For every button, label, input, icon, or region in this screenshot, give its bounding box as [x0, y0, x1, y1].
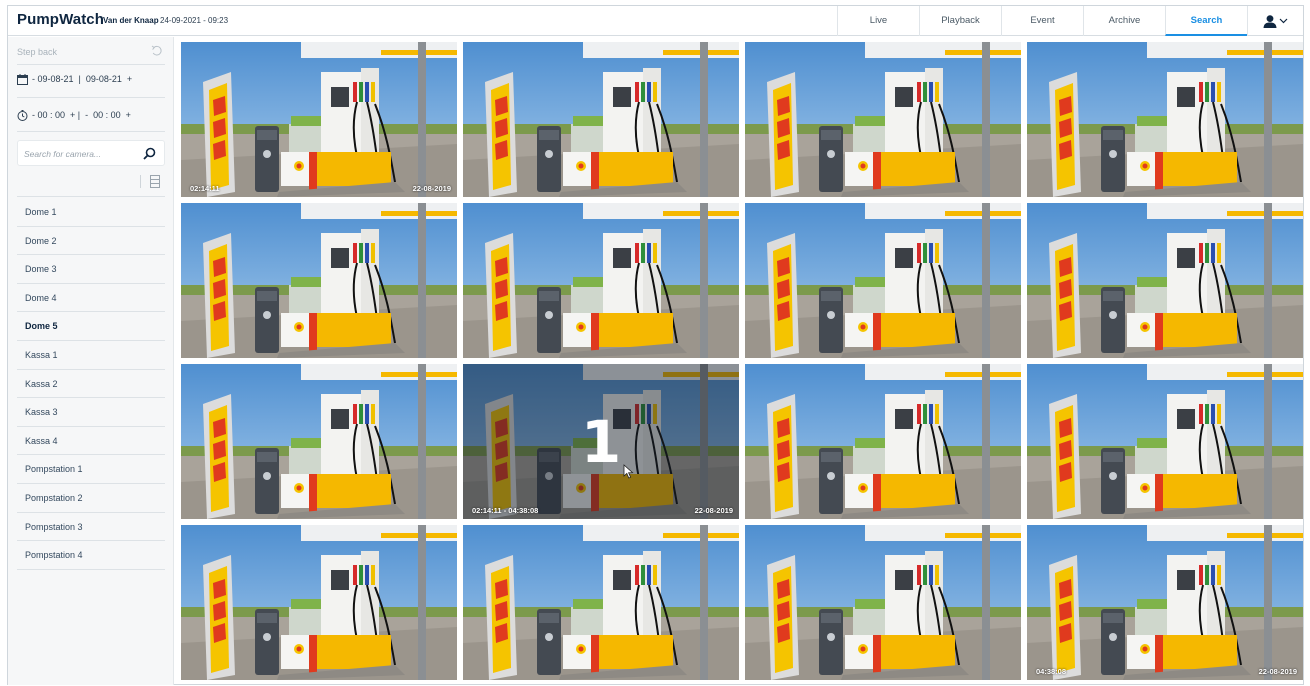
camera-item-kassa-2[interactable]: Kassa 2	[17, 370, 165, 399]
camera-thumbnail[interactable]	[745, 42, 1021, 197]
step-back-label: Step back	[17, 47, 58, 57]
thumbnail-grid: 02:14:11 22-08-2019 1 02:14:11 - 04:38:0…	[181, 42, 1303, 682]
camera-thumbnail[interactable]	[463, 203, 739, 358]
camera-item-kassa-4[interactable]: Kassa 4	[17, 427, 165, 456]
search-icon[interactable]	[143, 147, 156, 160]
timestamp-date: 22-08-2019	[1258, 667, 1297, 676]
camera-item-dome-3[interactable]: Dome 3	[17, 255, 165, 284]
selection-number: 1	[580, 408, 622, 476]
camera-thumbnail[interactable]	[745, 203, 1021, 358]
camera-item-dome-4[interactable]: Dome 4	[17, 284, 165, 313]
camera-thumbnail[interactable]	[463, 525, 739, 680]
camera-item-dome-5[interactable]: Dome 5	[17, 312, 165, 341]
divider	[140, 175, 141, 188]
camera-thumbnail[interactable]	[1027, 364, 1303, 519]
camera-frame-image	[463, 42, 739, 197]
nav-event[interactable]: Event	[1001, 6, 1083, 36]
camera-item-kassa-1[interactable]: Kassa 1	[17, 341, 165, 370]
header-datetime: 24-09-2021 - 09:23	[160, 16, 229, 25]
camera-frame-image	[745, 42, 1021, 197]
divider	[17, 131, 165, 132]
nav-search[interactable]: Search	[1165, 6, 1247, 36]
camera-search-input[interactable]	[24, 146, 134, 162]
time-range-value: - 00 : 00 + | - 00 : 00 +	[32, 110, 131, 120]
user-menu[interactable]	[1247, 6, 1303, 36]
camera-item-pompstation-2[interactable]: Pompstation 2	[17, 484, 165, 513]
camera-item-kassa-3[interactable]: Kassa 3	[17, 398, 165, 427]
camera-item-pompstation-1[interactable]: Pompstation 1	[17, 455, 165, 484]
camera-frame-image	[181, 364, 457, 519]
camera-thumbnail[interactable]	[181, 203, 457, 358]
timestamp-start: 02:14:11	[190, 184, 220, 193]
clock-icon	[17, 109, 28, 121]
camera-search	[17, 140, 165, 166]
time-range-control[interactable]: - 00 : 00 + | - 00 : 00 +	[17, 106, 165, 124]
header: PumpWatch Van der Knaap 24-09-2021 - 09:…	[8, 6, 1303, 36]
camera-item-dome-2[interactable]: Dome 2	[17, 227, 165, 256]
camera-frame-image	[181, 203, 457, 358]
camera-frame-image	[463, 525, 739, 680]
mouse-cursor-icon	[623, 464, 634, 479]
timestamp-date: 22-08-2019	[694, 506, 733, 515]
camera-item-dome-1[interactable]: Dome 1	[17, 198, 165, 227]
step-back-button[interactable]: Step back	[17, 43, 165, 61]
camera-thumbnail[interactable]: 04:38:08 22-08-2019	[1027, 525, 1303, 680]
camera-thumbnail[interactable]	[463, 42, 739, 197]
date-range-control[interactable]: - 09-08-21 | 09-08-21 +	[17, 70, 165, 88]
timestamp-start: 02:14:11 - 04:38:08	[472, 506, 539, 515]
camera-frame-image	[181, 525, 457, 680]
camera-frame-image	[181, 42, 457, 197]
camera-item-pompstation-4[interactable]: Pompstation 4	[17, 541, 165, 570]
camera-thumbnail[interactable]	[745, 364, 1021, 519]
divider	[17, 64, 165, 65]
nav-live[interactable]: Live	[837, 6, 919, 36]
date-range-value: - 09-08-21 | 09-08-21 +	[32, 74, 133, 84]
sidebar: Step back - 09-08-21 | 09-08-21 + - 00:…	[8, 37, 174, 685]
app-window: PumpWatch Van der Knaap 24-09-2021 - 09:…	[7, 5, 1304, 685]
camera-list: Dome 1 Dome 2 Dome 3 Dome 4 Dome 5 Kassa…	[17, 198, 165, 570]
nav-playback[interactable]: Playback	[919, 6, 1001, 36]
undo-icon	[151, 45, 162, 56]
camera-thumbnail[interactable]: 1 02:14:11 - 04:38:08 22-08-2019	[463, 364, 739, 519]
camera-thumbnail[interactable]: 02:14:11 22-08-2019	[181, 42, 457, 197]
camera-frame-image	[1027, 42, 1303, 197]
camera-thumbnail[interactable]	[181, 525, 457, 680]
camera-frame-image	[745, 525, 1021, 680]
calendar-icon	[17, 73, 28, 85]
camera-thumbnail[interactable]	[745, 525, 1021, 680]
camera-frame-image	[745, 364, 1021, 519]
site-name: Van der Knaap	[103, 16, 159, 25]
user-icon	[1263, 14, 1277, 28]
camera-item-pompstation-3[interactable]: Pompstation 3	[17, 513, 165, 542]
brand-logo: PumpWatch	[17, 11, 105, 28]
timestamp-start: 04:38:08	[1036, 667, 1067, 676]
divider	[17, 196, 165, 197]
camera-frame-image	[1027, 364, 1303, 519]
camera-frame-image	[1027, 203, 1303, 358]
camera-thumbnail[interactable]	[181, 364, 457, 519]
camera-frame-image	[463, 203, 739, 358]
camera-frame-image	[1027, 525, 1303, 680]
chevron-down-icon	[1279, 18, 1288, 24]
main-nav: Live Playback Event Archive Search	[837, 6, 1247, 36]
camera-frame-image	[745, 203, 1021, 358]
timestamp-date: 22-08-2019	[412, 184, 451, 193]
list-view-icon[interactable]	[150, 175, 160, 188]
divider	[17, 97, 165, 98]
nav-archive[interactable]: Archive	[1083, 6, 1165, 36]
camera-thumbnail[interactable]	[1027, 203, 1303, 358]
camera-thumbnail[interactable]	[1027, 42, 1303, 197]
